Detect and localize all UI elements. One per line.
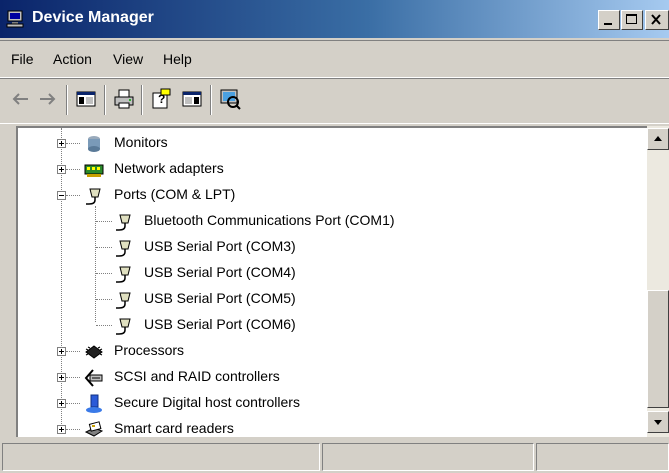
tree-connector (96, 299, 112, 300)
close-icon (651, 14, 661, 25)
tree-connector (66, 143, 80, 144)
minimize-icon (604, 23, 612, 25)
back-icon[interactable] (8, 87, 32, 111)
forward-icon[interactable] (36, 87, 60, 111)
toolbar: ? (0, 78, 669, 124)
toolbar-separator (104, 85, 106, 115)
tree-item-label: Network adapters (114, 160, 224, 176)
tree-item-processors[interactable]: Processors (18, 338, 638, 364)
tree-item-smart-card[interactable]: Smart card readers (18, 416, 638, 437)
port-connector-icon (114, 212, 134, 232)
vertical-scrollbar[interactable] (647, 126, 669, 437)
expand-icon[interactable] (57, 399, 66, 408)
close-button[interactable] (645, 10, 669, 30)
menu-bar: File Action View Help (0, 40, 669, 78)
port-connector-icon (114, 316, 134, 336)
menu-view[interactable]: View (113, 51, 143, 67)
scsi-controller-icon (84, 368, 104, 388)
minimize-button[interactable] (598, 10, 620, 30)
tree-connector (66, 403, 80, 404)
scan-hardware-icon[interactable] (218, 87, 242, 111)
menu-help[interactable]: Help (163, 51, 192, 67)
scroll-down-button[interactable] (647, 411, 669, 433)
tree-item-label: Processors (114, 342, 185, 358)
expand-icon[interactable] (57, 425, 66, 434)
port-connector-icon (84, 186, 104, 206)
expand-icon[interactable] (57, 373, 66, 382)
tree-item-scsi-raid[interactable]: SCSI and RAID controllers (18, 364, 638, 390)
secure-digital-icon (84, 394, 104, 414)
tree-item-label: Monitors (114, 134, 168, 150)
maximize-icon (626, 14, 637, 24)
show-hide-console-tree-icon[interactable] (74, 87, 98, 111)
properties-icon[interactable]: ? (149, 87, 173, 111)
tree-connector (96, 247, 112, 248)
port-connector-icon (114, 264, 134, 284)
tree-item-port[interactable]: USB Serial Port (COM3) (18, 234, 638, 260)
status-bar (0, 440, 669, 473)
tree-item-label: Bluetooth Communications Port (COM1) (144, 212, 395, 228)
collapse-icon[interactable] (57, 191, 66, 200)
tree-connector (96, 273, 112, 274)
scroll-up-button[interactable] (647, 128, 669, 150)
tree-item-monitors[interactable]: Monitors (18, 130, 638, 156)
expand-icon[interactable] (57, 165, 66, 174)
tree-connector (66, 429, 80, 430)
tree-item-label: USB Serial Port (COM6) (144, 316, 296, 332)
device-tree[interactable]: Monitors Network adapters Ports (COM & L… (16, 126, 669, 437)
tree-item-label: USB Serial Port (COM5) (144, 290, 296, 306)
tree-item-label: Smart card readers (114, 420, 234, 436)
scrollbar-thumb[interactable] (647, 290, 669, 408)
tree-connector (66, 169, 80, 170)
tree-item-label: Secure Digital host controllers (114, 394, 300, 410)
tree-item-port[interactable]: USB Serial Port (COM4) (18, 260, 638, 286)
status-panel (536, 443, 669, 471)
tree-item-label: USB Serial Port (COM4) (144, 264, 296, 280)
processor-icon (84, 342, 104, 362)
print-icon[interactable] (112, 87, 136, 111)
expand-icon[interactable] (57, 139, 66, 148)
menu-file[interactable]: File (11, 51, 34, 67)
toolbar-separator (141, 85, 143, 115)
arrow-up-icon (654, 136, 662, 141)
tree-item-port[interactable]: USB Serial Port (COM5) (18, 286, 638, 312)
arrow-down-icon (654, 420, 662, 425)
port-connector-icon (114, 290, 134, 310)
tree-connector (66, 351, 80, 352)
tree-item-port[interactable]: USB Serial Port (COM6) (18, 312, 638, 338)
expand-icon[interactable] (57, 347, 66, 356)
tree-item-label: SCSI and RAID controllers (114, 368, 280, 384)
status-panel (2, 443, 320, 471)
tree-item-secure-digital[interactable]: Secure Digital host controllers (18, 390, 638, 416)
device-manager-app-icon (6, 9, 26, 29)
toolbar-separator (66, 85, 68, 115)
maximize-button[interactable] (621, 10, 643, 30)
device-manager-window: Device Manager File Action View Help ? M… (0, 0, 669, 473)
tree-connector (96, 221, 112, 222)
tree-item-ports[interactable]: Ports (COM & LPT) (18, 182, 638, 208)
tree-connector (96, 325, 112, 326)
tree-item-port[interactable]: Bluetooth Communications Port (COM1) (18, 208, 638, 234)
tree-item-label: USB Serial Port (COM3) (144, 238, 296, 254)
tree-item-label: Ports (COM & LPT) (114, 186, 236, 202)
tree-connector (66, 195, 80, 196)
toolbar-separator (210, 85, 212, 115)
tree-item-network-adapters[interactable]: Network adapters (18, 156, 638, 182)
network-adapter-icon (84, 160, 104, 180)
port-connector-icon (114, 238, 134, 258)
tree-connector (66, 377, 80, 378)
window-title: Device Manager (32, 9, 154, 26)
menu-action[interactable]: Action (53, 51, 92, 67)
title-bar[interactable]: Device Manager (0, 0, 669, 38)
help-icon[interactable] (180, 87, 204, 111)
status-panel (322, 443, 534, 471)
monitor-icon (84, 134, 104, 154)
smart-card-reader-icon (84, 420, 104, 437)
